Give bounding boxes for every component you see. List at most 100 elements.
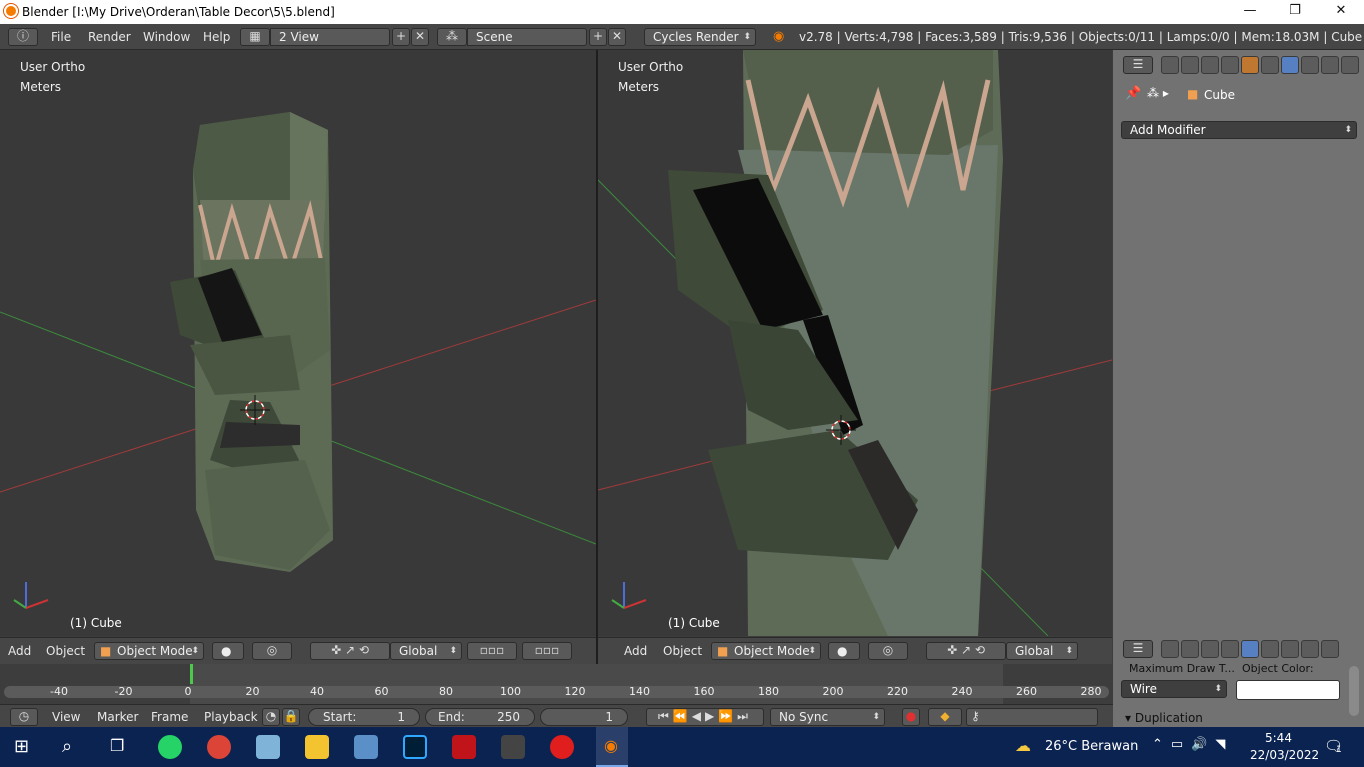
inkscape-icon[interactable] bbox=[501, 735, 525, 759]
screen-layout-icon[interactable]: ▦ bbox=[240, 28, 270, 46]
menu-add[interactable]: Add bbox=[624, 644, 647, 658]
lock-icon[interactable]: 🔒 bbox=[282, 708, 300, 726]
orientation-dropdown[interactable]: Global ⬍ bbox=[1006, 642, 1078, 660]
world-tab-icon[interactable] bbox=[1221, 640, 1239, 658]
viewport-left[interactable]: User Ortho Meters (1) Cube bbox=[0, 50, 596, 636]
world-tab-icon[interactable] bbox=[1221, 56, 1239, 74]
editor-type-icon[interactable]: ☰ bbox=[1123, 56, 1153, 74]
system-tray-icons[interactable]: ⌃▭🔊◥ bbox=[1152, 737, 1233, 752]
file-explorer-icon[interactable] bbox=[305, 735, 329, 759]
scene-icon[interactable]: ⁂ bbox=[437, 28, 467, 46]
cube-object-closeup[interactable] bbox=[668, 50, 1003, 636]
start-frame-field[interactable]: Start: 1 bbox=[308, 708, 420, 726]
shading-dropdown[interactable]: ● bbox=[828, 642, 860, 660]
clock-date[interactable]: 22/03/2022 bbox=[1250, 748, 1319, 762]
playback-controls[interactable]: ⏮⏪◀▶⏩⏭ bbox=[646, 708, 764, 726]
opera-icon[interactable] bbox=[550, 735, 574, 759]
scene-dropdown[interactable]: Scene bbox=[467, 28, 587, 46]
layers-grid-b[interactable]: ▫▫▫ bbox=[522, 642, 572, 660]
menu-playback[interactable]: Playback bbox=[204, 710, 258, 724]
scene-tab-icon[interactable] bbox=[1201, 56, 1219, 74]
add-modifier-dropdown[interactable]: Add Modifier ⬍ bbox=[1121, 121, 1357, 139]
constraints-tab-icon[interactable] bbox=[1261, 56, 1279, 74]
texture-tab-icon[interactable] bbox=[1341, 56, 1359, 74]
menu-object[interactable]: Object bbox=[46, 644, 85, 658]
material-tab-icon[interactable] bbox=[1321, 56, 1339, 74]
layers-tab-icon[interactable] bbox=[1181, 56, 1199, 74]
clock-time[interactable]: 5:44 bbox=[1265, 731, 1292, 745]
viewport-right[interactable]: User Ortho Meters (1) Cube bbox=[598, 50, 1112, 636]
menu-frame[interactable]: Frame bbox=[151, 710, 188, 724]
close-button[interactable]: ✕ bbox=[1318, 0, 1364, 24]
menu-add[interactable]: Add bbox=[8, 644, 31, 658]
menu-render[interactable]: Render bbox=[88, 30, 131, 44]
maximize-button[interactable]: ❐ bbox=[1272, 0, 1318, 24]
pin-icon[interactable]: 📌 bbox=[1125, 86, 1141, 101]
duplication-section[interactable]: ▾ Duplication bbox=[1125, 711, 1203, 725]
scene-tab-icon[interactable] bbox=[1201, 640, 1219, 658]
task-view-icon[interactable]: ❐ bbox=[110, 736, 124, 755]
data-tab-icon[interactable] bbox=[1301, 640, 1319, 658]
object-tab-icon[interactable] bbox=[1241, 640, 1259, 658]
menu-help[interactable]: Help bbox=[203, 30, 230, 44]
blender-taskbar-icon[interactable]: ◉ bbox=[596, 727, 628, 767]
timeline-scrollbar[interactable] bbox=[4, 686, 1109, 698]
remove-scene-icon[interactable]: ✕ bbox=[608, 28, 626, 46]
screen-layout-dropdown[interactable]: 2 View bbox=[270, 28, 390, 46]
object-tab-icon[interactable] bbox=[1241, 56, 1259, 74]
info-editor-type-icon[interactable]: ⓘ bbox=[8, 28, 38, 46]
add-screen-icon[interactable]: + bbox=[392, 28, 410, 46]
shading-dropdown[interactable]: ● bbox=[212, 642, 244, 660]
layers-tab-icon[interactable] bbox=[1181, 640, 1199, 658]
whatsapp-icon[interactable] bbox=[158, 735, 182, 759]
app-icon[interactable] bbox=[256, 735, 280, 759]
timeline-editor[interactable]: -40 -20 0 20 40 60 80 100 120 140 160 180 200 220 240 2… bbox=[0, 664, 1113, 704]
photoshop-icon[interactable] bbox=[403, 735, 427, 759]
end-frame-field[interactable]: End: 250 bbox=[425, 708, 535, 726]
data-tab-icon[interactable] bbox=[1301, 56, 1319, 74]
render-tab-icon[interactable] bbox=[1161, 56, 1179, 74]
weather-text[interactable]: 26°C Berawan bbox=[1045, 739, 1138, 754]
minimize-button[interactable]: — bbox=[1227, 0, 1273, 24]
add-scene-icon[interactable]: + bbox=[589, 28, 607, 46]
draw-type-dropdown[interactable]: Wire ⬍ bbox=[1121, 680, 1227, 698]
modifiers-tab-icon[interactable] bbox=[1281, 56, 1299, 74]
current-frame-field[interactable]: 1 bbox=[540, 708, 628, 726]
calculator-icon[interactable] bbox=[354, 735, 378, 759]
editor-type-icon[interactable]: ☰ bbox=[1123, 640, 1153, 658]
keying-set-field[interactable]: ⚷ bbox=[966, 708, 1098, 726]
mode-dropdown[interactable]: ■ Object Mode ⬍ bbox=[94, 642, 204, 660]
sync-dropdown[interactable]: No Sync ⬍ bbox=[770, 708, 885, 726]
pivot-icon[interactable]: ◎ bbox=[252, 642, 292, 660]
orientation-dropdown[interactable]: Global ⬍ bbox=[390, 642, 462, 660]
remove-screen-icon[interactable]: ✕ bbox=[411, 28, 429, 46]
modifiers-tab-icon[interactable] bbox=[1281, 640, 1299, 658]
scrollbar[interactable] bbox=[1349, 666, 1359, 716]
menu-window[interactable]: Window bbox=[143, 30, 190, 44]
menu-marker[interactable]: Marker bbox=[97, 710, 138, 724]
windows-start-icon[interactable]: ⊞ bbox=[14, 736, 29, 757]
manipulator-icons[interactable]: ✜ ↗ ⟲ bbox=[926, 642, 1006, 660]
cube-object[interactable] bbox=[170, 112, 333, 572]
manipulator-icons[interactable]: ✜ ↗ ⟲ bbox=[310, 642, 390, 660]
menu-file[interactable]: File bbox=[51, 30, 71, 44]
constraints-tab-icon[interactable] bbox=[1261, 640, 1279, 658]
render-tab-icon[interactable] bbox=[1161, 640, 1179, 658]
chrome-icon[interactable] bbox=[207, 735, 231, 759]
render-engine-dropdown[interactable]: Cycles Render ⬍ bbox=[644, 28, 756, 46]
keying-set-icon[interactable]: ◆ bbox=[928, 708, 962, 726]
editor-type-icon[interactable]: ◷ bbox=[10, 708, 38, 726]
material-tab-icon[interactable] bbox=[1321, 640, 1339, 658]
layers-grid-a[interactable]: ▫▫▫ bbox=[467, 642, 517, 660]
current-frame-marker[interactable] bbox=[190, 664, 193, 684]
record-icon[interactable]: ● bbox=[902, 708, 920, 726]
search-icon[interactable]: ⌕ bbox=[62, 736, 72, 757]
pivot-icon[interactable]: ◎ bbox=[868, 642, 908, 660]
object-color-swatch[interactable] bbox=[1236, 680, 1340, 700]
mode-dropdown[interactable]: ■ Object Mode ⬍ bbox=[711, 642, 821, 660]
menu-object[interactable]: Object bbox=[663, 644, 702, 658]
weather-icon[interactable]: ☁ bbox=[1015, 736, 1031, 755]
solidworks-icon[interactable] bbox=[452, 735, 476, 759]
clock-icon[interactable]: ◔ bbox=[262, 708, 280, 726]
menu-view[interactable]: View bbox=[52, 710, 80, 724]
